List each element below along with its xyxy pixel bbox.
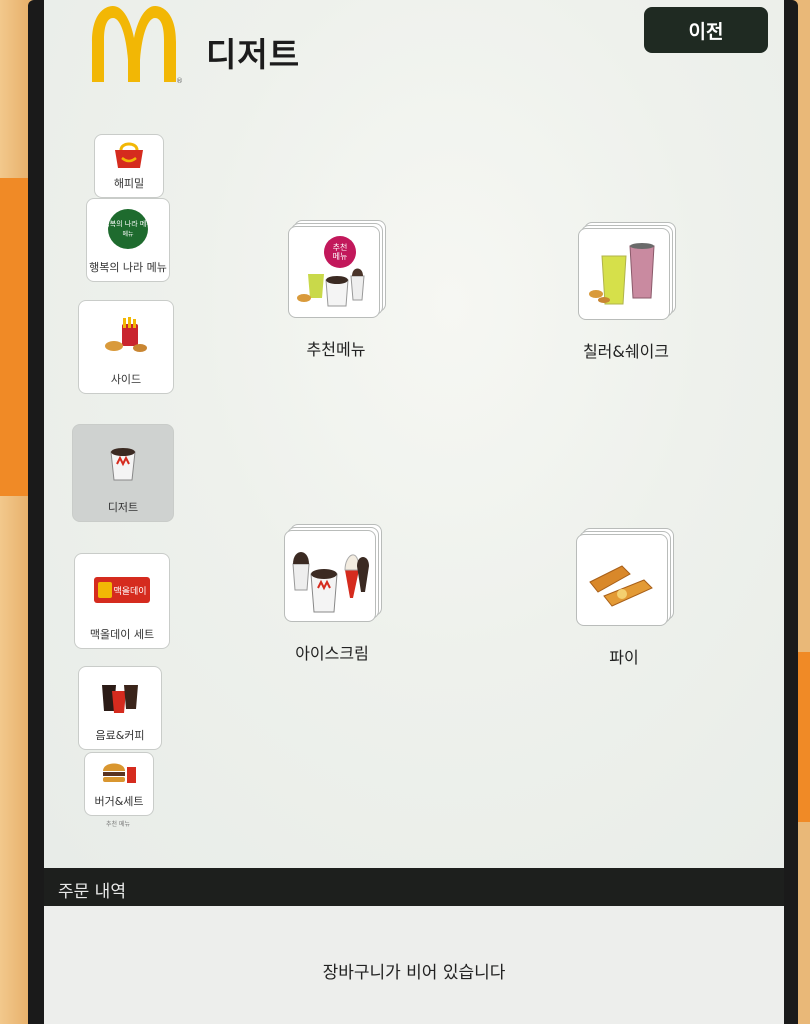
sidebar-item-burger-set[interactable]: 버거&세트 xyxy=(84,752,154,816)
sidebar-item-drinks-coffee[interactable]: 음료&커피 xyxy=(78,666,162,750)
happy-meal-box-icon xyxy=(115,142,143,168)
sidebar-item-dessert[interactable]: 디저트 xyxy=(72,424,174,522)
order-summary-header: 주문 내역 xyxy=(44,868,784,906)
svg-text:®: ® xyxy=(176,77,182,84)
mcflurry-cup-icon xyxy=(110,448,136,481)
sidebar-item-label: 버거&세트 xyxy=(94,795,144,808)
sidebar-item-label: 추천 메뉴 xyxy=(106,821,130,828)
sidebar-item-label: 디저트 xyxy=(107,501,139,514)
empty-cart-message: 장바구니가 비어 있습니다 xyxy=(322,963,506,983)
ice-cream-icon xyxy=(292,552,369,613)
sidebar-item-happy-meal[interactable]: 해피밀 xyxy=(94,134,164,198)
tile-label: 파이 xyxy=(609,648,639,667)
sidebar-item-mcallday-set[interactable]: 맥올데이 맥올데이 세트 xyxy=(74,553,170,649)
svg-text:메뉴: 메뉴 xyxy=(122,230,134,238)
pie-icon xyxy=(589,565,653,607)
tile-label: 추천메뉴 xyxy=(306,340,366,359)
mcallday-banner-icon: 맥올데이 xyxy=(94,577,150,603)
burger-set-icon xyxy=(103,763,136,783)
tile-recommended-menu[interactable]: 추천 메뉴 추천메뉴 xyxy=(288,220,386,360)
drinks-coffee-icon xyxy=(102,685,138,713)
svg-text:추천: 추천 xyxy=(333,242,348,252)
svg-text:메뉴: 메뉴 xyxy=(333,252,348,261)
recommended-menu-icon: 추천 메뉴 xyxy=(297,236,365,307)
mcdonalds-golden-arches-icon: ® xyxy=(92,6,182,84)
tile-pie[interactable]: 파이 xyxy=(576,528,674,668)
wall-sign-right xyxy=(796,652,810,822)
sidebar-item-label: 맥올데이 세트 xyxy=(89,628,155,641)
sidebar-item-label: 음료&커피 xyxy=(95,729,145,742)
chiller-shake-icon xyxy=(589,243,655,305)
fries-nuggets-icon xyxy=(105,317,147,352)
order-summary-panel: 장바구니가 비어 있습니다 xyxy=(44,906,784,1024)
page-title: 디저트 xyxy=(206,35,301,74)
prev-button[interactable]: 이전 xyxy=(644,7,768,53)
svg-text:맥올데이: 맥올데이 xyxy=(113,586,146,597)
tile-chiller-shake[interactable]: 칠러&쉐이크 xyxy=(578,222,676,362)
sidebar-item-side[interactable]: 사이드 xyxy=(78,300,174,394)
sidebar-item-happy-land-menu[interactable]: 행복의 나라 메뉴 메뉴 행복의 나라 메뉴 xyxy=(86,198,170,282)
tile-label: 아이스크림 xyxy=(295,644,369,663)
sidebar-item-label: 행복의 나라 메뉴 xyxy=(89,261,167,274)
kiosk-screen: ® 디저트 이전 해피밀 행복의 나라 메뉴 메뉴 행복의 나라 메뉴 xyxy=(44,0,784,868)
sidebar-item-label: 사이드 xyxy=(110,373,142,386)
wall-background xyxy=(0,0,30,1024)
tile-label: 칠러&쉐이크 xyxy=(582,342,670,361)
happy-land-menu-badge-icon: 행복의 나라 메뉴 메뉴 xyxy=(107,209,149,249)
tile-ice-cream[interactable]: 아이스크림 xyxy=(284,524,382,664)
sidebar-item-label: 해피밀 xyxy=(113,177,145,190)
svg-text:행복의 나라 메뉴: 행복의 나라 메뉴 xyxy=(107,219,149,228)
